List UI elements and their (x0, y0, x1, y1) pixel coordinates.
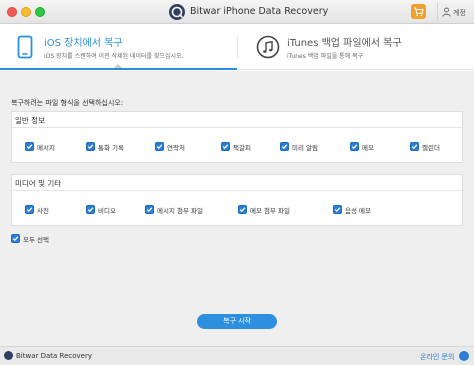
footer-brand: Bitwar Data Recovery (16, 352, 93, 360)
file-type-panel: 복구하려는 파일 형식을 선택하십시오: 일반 정보 메시지 통화 기록 연락처… (0, 71, 474, 346)
maximize-window-button[interactable] (35, 7, 45, 17)
checkbox-label: 책갈피 (233, 144, 251, 152)
checkbox-checked[interactable] (238, 205, 247, 214)
checkmark-icon (351, 144, 358, 150)
cart-icon (414, 7, 424, 17)
account-label: 계정 (453, 9, 466, 17)
checkbox-checked[interactable] (11, 234, 20, 243)
checkbox-checked[interactable] (155, 142, 164, 151)
active-tab-indicator (0, 68, 237, 70)
checkmark-icon (87, 207, 94, 213)
checkbox-checked[interactable] (25, 205, 34, 214)
title-bar: Bitwar iPhone Data Recovery 계정 (0, 0, 474, 24)
checkbox-checked[interactable] (333, 205, 342, 214)
close-window-button[interactable] (7, 7, 17, 17)
checkbox-label: 메모 첨부 파일 (250, 207, 291, 215)
help-icon[interactable] (459, 351, 469, 361)
checkmark-icon (156, 144, 163, 150)
account-button[interactable]: 계정 (437, 3, 473, 21)
checkmark-icon (334, 207, 341, 213)
start-recovery-button[interactable]: 복구 시작 (197, 314, 277, 329)
checkmark-icon (26, 207, 33, 213)
media-and-other-group: 미디어 및 기타 사진 비디오 메시지 첨부 파일 메모 첨부 파일 음성 메모 (11, 174, 463, 226)
checkmark-icon (26, 144, 33, 150)
group-title: 미디어 및 기타 (15, 179, 62, 188)
cart-button[interactable] (411, 4, 426, 19)
bitwar-logo-icon (169, 4, 185, 20)
status-bar: Bitwar Data Recovery 온라인 문의 (0, 346, 474, 365)
checkbox-label: 비디오 (98, 207, 116, 215)
window-title: Bitwar iPhone Data Recovery (190, 6, 329, 17)
online-help-link[interactable]: 온라인 문의 (420, 352, 454, 362)
checkmark-icon (12, 236, 19, 242)
checkbox-checked[interactable] (25, 142, 34, 151)
instruction-text: 복구하려는 파일 형식을 선택하십시오: (11, 99, 124, 107)
music-note-icon (256, 35, 280, 59)
tab-ios-subtitle: iOS 장치를 스캔하여 이전 삭제된 데이터를 찾으십시오. (44, 53, 184, 60)
group-title: 일반 정보 (15, 116, 45, 125)
group-header: 일반 정보 (12, 112, 462, 128)
tab-itunes-subtitle: iTunes 백업 파일을 통해 복구 (287, 53, 364, 60)
checkmark-icon (239, 207, 246, 213)
checkbox-label: 사진 (37, 207, 49, 215)
checkbox-checked[interactable] (86, 205, 95, 214)
checkbox-label: 캘린더 (422, 144, 440, 152)
checkbox-checked[interactable] (280, 142, 289, 151)
select-all-label: 모두 선택 (23, 236, 49, 244)
bitwar-logo-icon (4, 351, 13, 360)
tab-itunes-backup-recovery[interactable]: iTunes 백업 파일에서 복구 iTunes 백업 파일을 통해 복구 (237, 24, 474, 70)
tab-ios-title: iOS 장치에서 복구 (44, 38, 123, 49)
user-icon (442, 7, 451, 17)
tab-pointer (114, 64, 122, 68)
tab-itunes-title: iTunes 백업 파일에서 복구 (287, 38, 402, 49)
mode-tabs: iOS 장치에서 복구 iOS 장치를 스캔하여 이전 삭제된 데이터를 찾으십… (0, 24, 474, 70)
tab-ios-device-recovery[interactable]: iOS 장치에서 복구 iOS 장치를 스캔하여 이전 삭제된 데이터를 찾으십… (0, 24, 237, 70)
checkbox-label: 메시지 첨부 파일 (157, 207, 203, 215)
checkbox-checked[interactable] (86, 142, 95, 151)
group-header: 미디어 및 기타 (12, 175, 462, 191)
checkbox-checked[interactable] (350, 142, 359, 151)
minimize-window-button[interactable] (21, 7, 31, 17)
checkbox-label: 연락처 (167, 144, 185, 152)
checkbox-checked[interactable] (221, 142, 230, 151)
checkbox-label: 메모 (362, 144, 374, 152)
checkbox-label: 메시지 (37, 144, 55, 152)
checkmark-icon (146, 207, 153, 213)
checkbox-label: 미리 알림 (292, 144, 318, 152)
general-info-group: 일반 정보 메시지 통화 기록 연락처 책갈피 미리 알림 메모 캘린더 (11, 111, 463, 163)
checkbox-label: 통화 기록 (98, 144, 124, 152)
checkbox-label: 음성 메모 (345, 207, 371, 215)
checkbox-checked[interactable] (145, 205, 154, 214)
checkbox-checked[interactable] (410, 142, 419, 151)
phone-icon (17, 35, 33, 59)
checkmark-icon (281, 144, 288, 150)
checkmark-icon (222, 144, 229, 150)
checkmark-icon (87, 144, 94, 150)
checkmark-icon (411, 144, 418, 150)
